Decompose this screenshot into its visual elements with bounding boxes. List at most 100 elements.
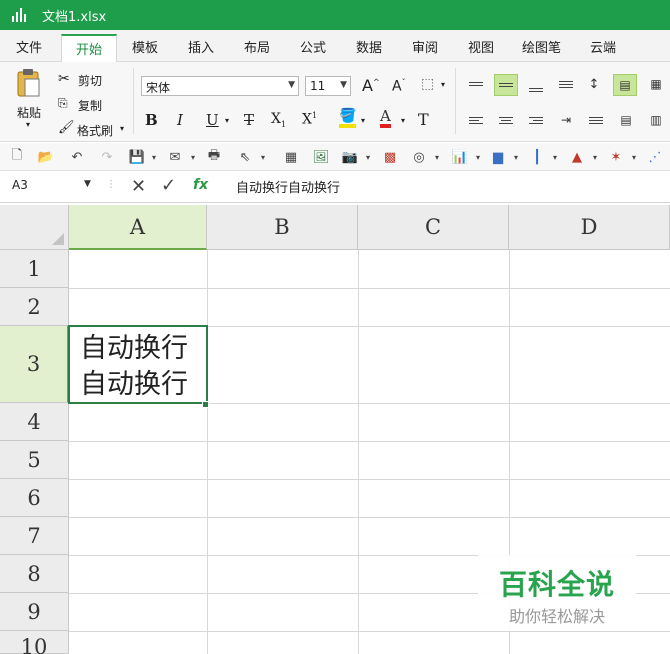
tab-insert[interactable]: 插入 xyxy=(188,37,214,56)
camera-icon[interactable]: 📷 xyxy=(341,148,359,166)
row-header-9[interactable]: 9 xyxy=(0,593,69,631)
merge-cells-icon[interactable]: ▦ xyxy=(646,74,666,94)
format-painter-label[interactable]: 格式刷 xyxy=(77,122,113,139)
cancel-icon[interactable]: ✕ xyxy=(131,176,146,197)
paste-label[interactable]: 粘贴 xyxy=(17,104,41,121)
area-chart-icon[interactable]: ▲ xyxy=(568,148,586,166)
open-folder-icon[interactable]: 📂 xyxy=(37,148,55,166)
new-file-icon[interactable]: 🗋 xyxy=(8,148,26,166)
format-painter-dropdown-icon[interactable]: ▾ xyxy=(120,124,124,133)
formula-input[interactable]: 自动换行自动换行 xyxy=(236,177,340,196)
cell-a3[interactable]: 自动换行 自动换行 xyxy=(68,325,208,404)
clear-format-button[interactable]: T xyxy=(418,110,429,129)
scissors-icon[interactable]: ✂ xyxy=(58,71,70,87)
format-painter-icon[interactable]: 🖌 xyxy=(58,120,75,135)
row-header-1[interactable]: 1 xyxy=(0,250,69,288)
paste-icon[interactable] xyxy=(16,68,44,100)
wrap-text-icon[interactable]: ▤ xyxy=(613,74,637,96)
superscript-icon[interactable]: X1 xyxy=(302,111,317,128)
pointer-dropdown-icon[interactable]: ▾ xyxy=(254,148,272,166)
font-name-select[interactable]: 宋体 ▼ xyxy=(141,76,299,96)
column-header-a[interactable]: A xyxy=(69,205,207,250)
row-header-10[interactable]: 10 xyxy=(0,631,69,654)
align-right-icon[interactable] xyxy=(526,110,546,130)
email-icon[interactable]: ✉ xyxy=(166,148,184,166)
align-center-icon[interactable] xyxy=(496,110,516,130)
undo-icon[interactable]: ↶ xyxy=(68,148,86,166)
indent-icon[interactable]: ⇥ xyxy=(556,110,576,130)
radar-chart-icon[interactable]: ✶ xyxy=(607,148,625,166)
copy-label[interactable]: 复制 xyxy=(78,97,102,114)
redo-icon[interactable]: ↷ xyxy=(98,148,116,166)
fill-color-dropdown-icon[interactable]: ▾ xyxy=(361,116,365,125)
italic-button[interactable]: I xyxy=(177,111,183,129)
justify-icon[interactable] xyxy=(586,110,606,130)
border-dropdown-icon[interactable]: ▾ xyxy=(441,80,445,89)
align-middle-icon[interactable] xyxy=(494,74,518,96)
tab-cloud[interactable]: 云端 xyxy=(590,37,616,56)
subscript-icon[interactable]: X1 xyxy=(271,111,286,129)
area-chart-dropdown-icon[interactable]: ▾ xyxy=(586,148,604,166)
shapes-icon[interactable]: ◎ xyxy=(410,148,428,166)
name-box[interactable]: A3 xyxy=(12,178,28,192)
tab-home[interactable]: 开始 xyxy=(61,34,118,63)
column-header-c[interactable]: C xyxy=(358,205,509,250)
border-icon[interactable]: ⬚ xyxy=(421,76,434,92)
tab-templates[interactable]: 模板 xyxy=(132,37,158,56)
tab-formulas[interactable]: 公式 xyxy=(300,37,326,56)
tab-view[interactable]: 视图 xyxy=(468,37,494,56)
radar-chart-dropdown-icon[interactable]: ▾ xyxy=(625,148,643,166)
underline-dropdown-icon[interactable]: ▾ xyxy=(225,116,229,125)
picture-icon[interactable]: 🖼 xyxy=(312,148,330,166)
email-dropdown-icon[interactable]: ▾ xyxy=(184,148,202,166)
line-spacing-icon[interactable]: ↕ xyxy=(584,74,604,94)
distributed-icon[interactable]: ▤ xyxy=(616,110,636,130)
cut-label[interactable]: 剪切 xyxy=(78,72,102,89)
row-header-7[interactable]: 7 xyxy=(0,517,69,555)
copy-icon[interactable]: ⎘ xyxy=(58,96,68,111)
camera-dropdown-icon[interactable]: ▾ xyxy=(359,148,377,166)
tab-drawing-pen[interactable]: 绘图笔 xyxy=(522,37,561,56)
column-header-d[interactable]: D xyxy=(509,205,670,250)
row-header-6[interactable]: 6 xyxy=(0,479,69,517)
row-header-5[interactable]: 5 xyxy=(0,441,69,479)
scatter-chart-icon[interactable]: ⋰ xyxy=(646,148,664,166)
fill-color-icon[interactable]: 🪣 xyxy=(339,108,357,128)
row-header-3[interactable]: 3 xyxy=(0,326,69,403)
grid-widget-icon[interactable]: ▩ xyxy=(381,148,399,166)
font-color-dropdown-icon[interactable]: ▾ xyxy=(401,116,405,125)
table-icon[interactable]: ▦ xyxy=(282,148,300,166)
tab-data[interactable]: 数据 xyxy=(356,37,382,56)
align-top-icon[interactable] xyxy=(466,74,486,94)
tab-file[interactable]: 文件 xyxy=(16,37,42,56)
bar-chart-icon[interactable]: 📊 xyxy=(451,148,469,166)
font-color-icon[interactable]: A xyxy=(380,108,391,128)
save-dropdown-icon[interactable]: ▾ xyxy=(145,148,163,166)
fill-handle[interactable] xyxy=(202,401,209,408)
confirm-icon[interactable]: ✓ xyxy=(161,175,176,196)
bar-chart-dropdown-icon[interactable]: ▾ xyxy=(469,148,487,166)
align-fill-icon[interactable]: ▥ xyxy=(646,110,666,130)
stock-chart-icon[interactable]: ┃ xyxy=(528,148,546,166)
select-pointer-icon[interactable]: ⇖ xyxy=(236,148,254,166)
column-chart-dropdown-icon[interactable]: ▾ xyxy=(507,148,525,166)
insert-function-button[interactable]: fx xyxy=(193,177,208,193)
row-header-4[interactable]: 4 xyxy=(0,403,69,441)
tab-layout[interactable]: 布局 xyxy=(244,37,270,56)
bold-button[interactable]: B xyxy=(145,111,158,129)
save-icon[interactable]: 💾 xyxy=(128,148,146,166)
paste-dropdown-icon[interactable]: ▾ xyxy=(26,120,30,129)
tab-review[interactable]: 审阅 xyxy=(412,37,438,56)
align-left-icon[interactable] xyxy=(466,110,486,130)
font-size-select[interactable]: 11 ▼ xyxy=(305,76,351,96)
underline-button[interactable]: U xyxy=(206,111,219,129)
increase-font-icon[interactable]: A^ xyxy=(362,76,380,95)
drag-handle-icon[interactable]: ⋮ xyxy=(106,179,116,190)
row-header-2[interactable]: 2 xyxy=(0,288,69,326)
name-box-dropdown-icon[interactable]: ▼ xyxy=(84,179,91,189)
shapes-dropdown-icon[interactable]: ▾ xyxy=(428,148,446,166)
print-icon[interactable]: 🖶 xyxy=(205,148,223,166)
align-bottom-icon[interactable] xyxy=(526,80,546,100)
strikethrough-icon[interactable]: T xyxy=(244,111,254,129)
column-chart-icon[interactable]: ▆ xyxy=(489,148,507,166)
